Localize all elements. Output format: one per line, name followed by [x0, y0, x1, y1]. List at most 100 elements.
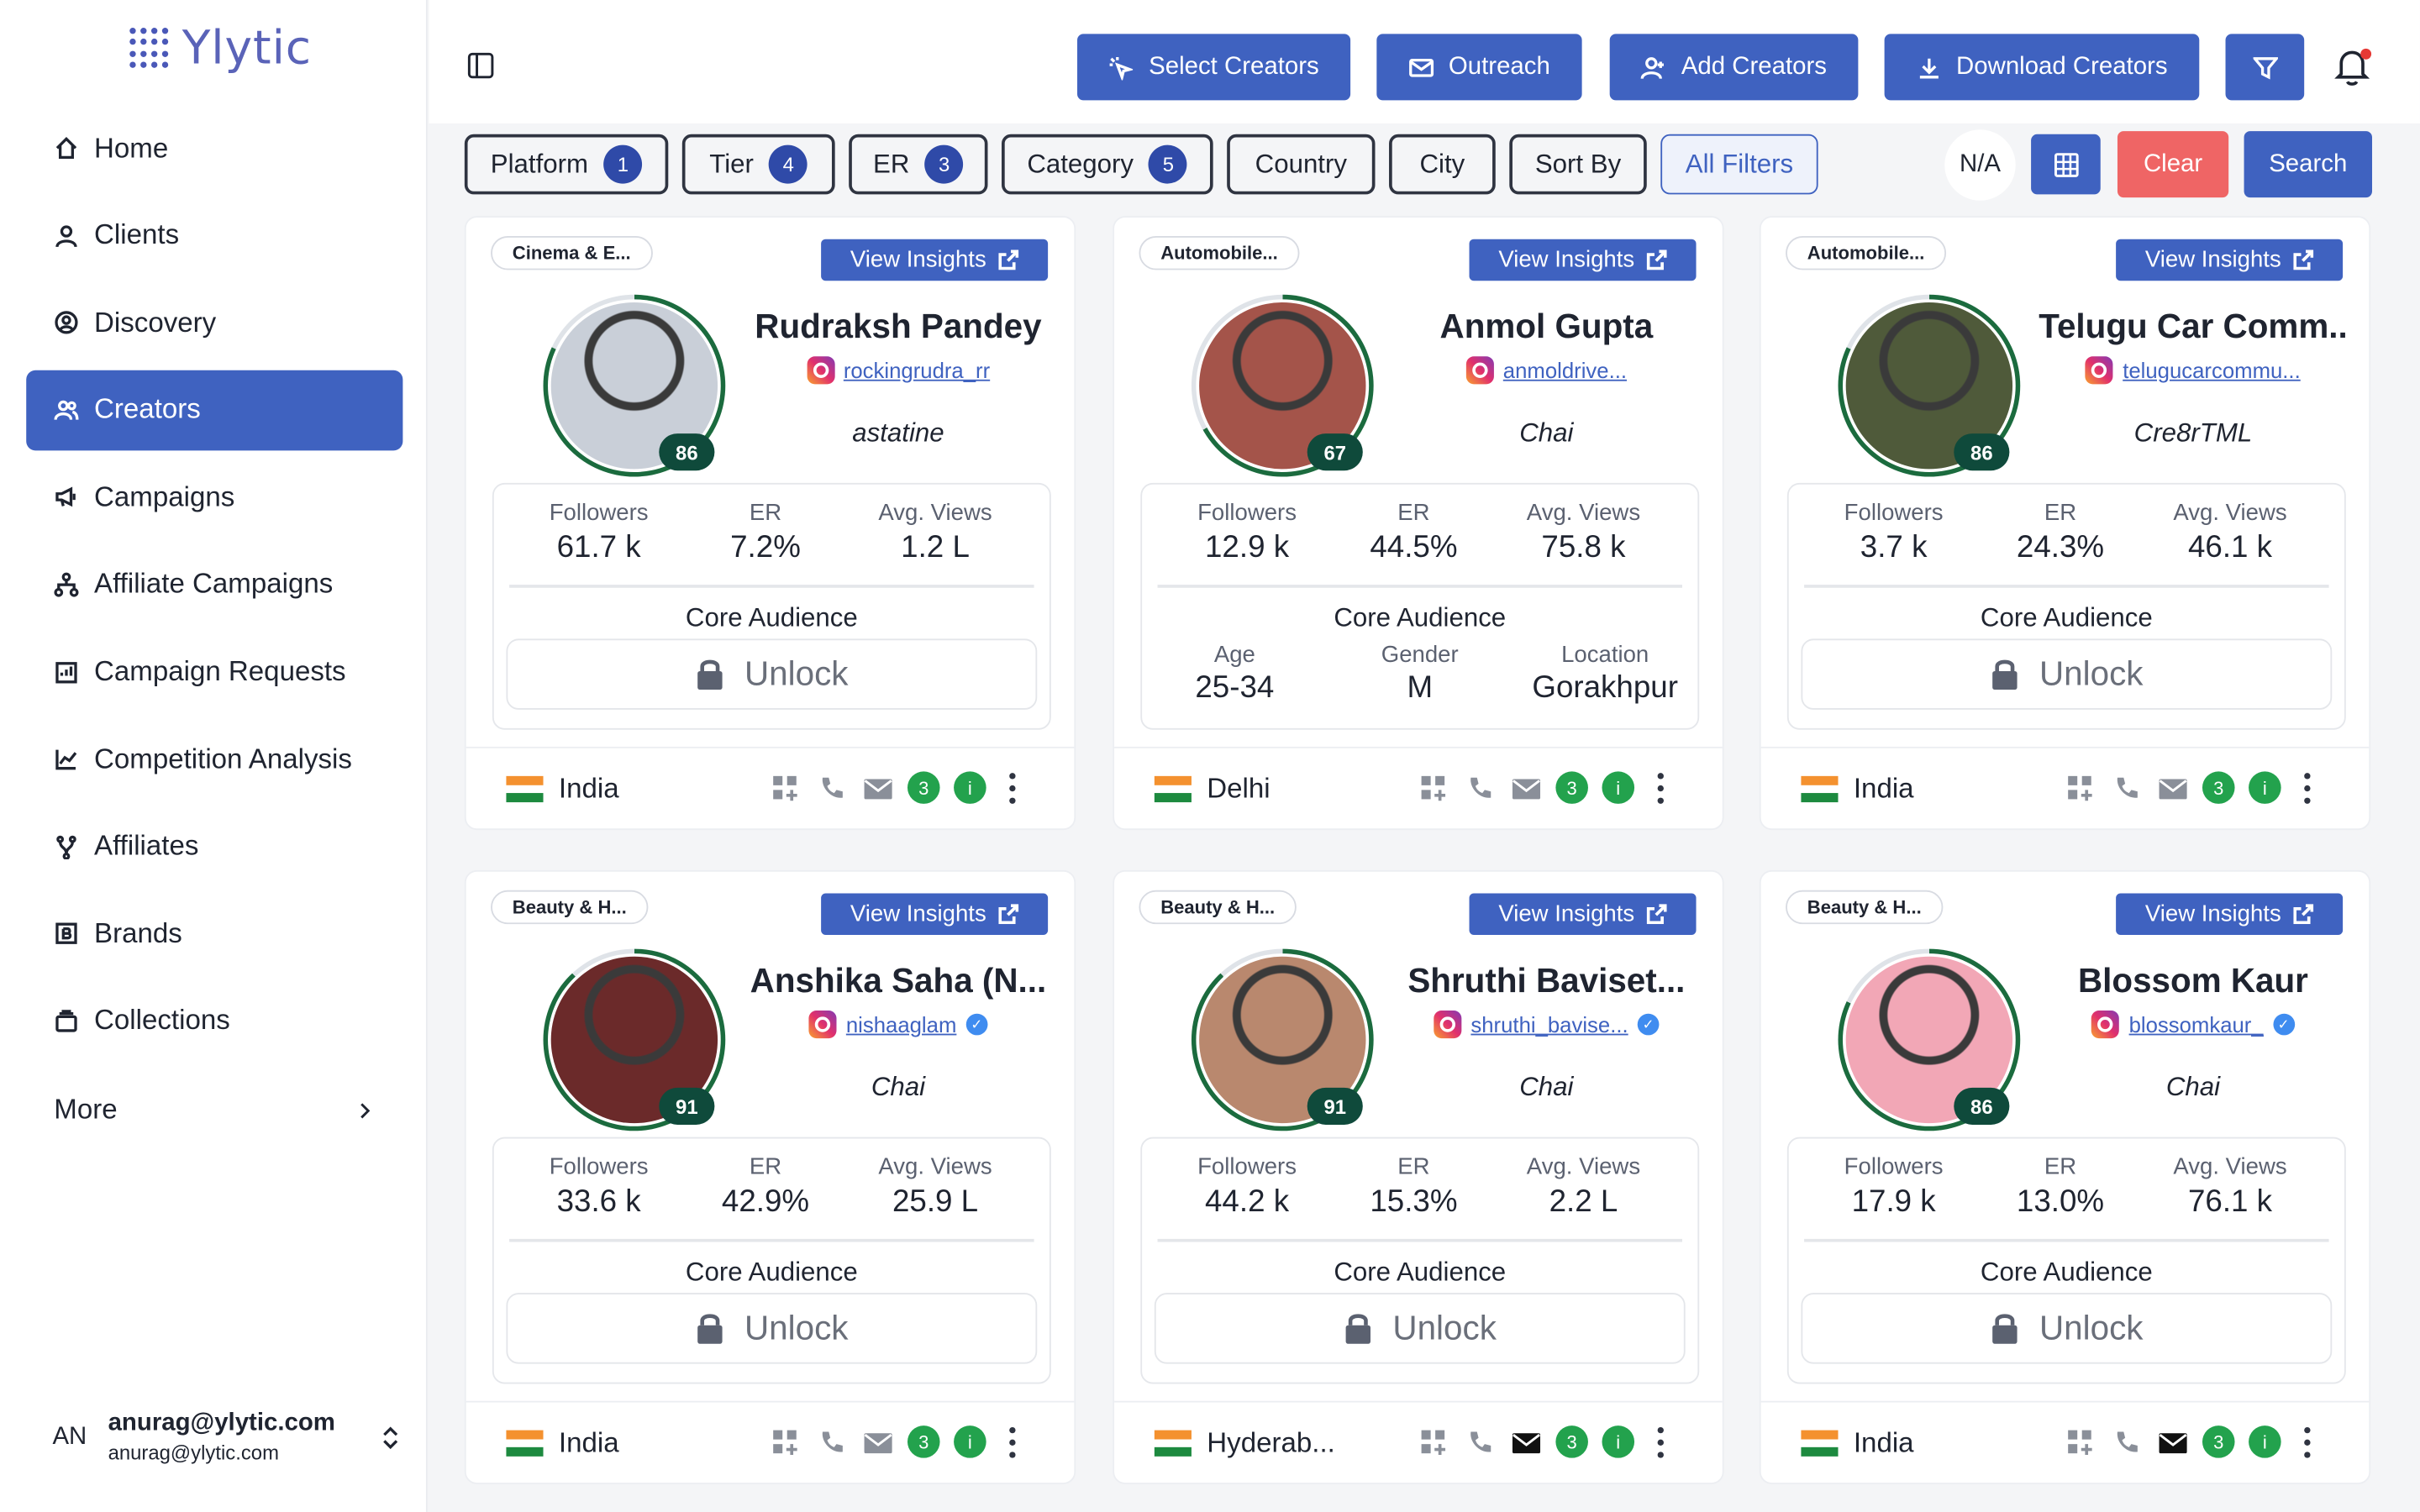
- count-badge[interactable]: 3: [907, 771, 940, 804]
- category-filter-chip[interactable]: Category 5: [1002, 134, 1213, 195]
- info-icon[interactable]: i: [954, 1425, 986, 1458]
- add-to-collection-icon[interactable]: [1417, 1425, 1449, 1458]
- sidebar-item-campaign-requests[interactable]: Campaign Requests: [26, 632, 402, 712]
- creator-name[interactable]: Blossom Kaur: [2039, 961, 2347, 1001]
- select-creators-button[interactable]: Select Creators: [1077, 34, 1351, 101]
- creator-handle[interactable]: rockingrudra_rr: [744, 356, 1052, 385]
- info-icon[interactable]: i: [2249, 771, 2281, 804]
- handle-link[interactable]: rockingrudra_rr: [844, 358, 990, 382]
- creator-name[interactable]: Telugu Car Comm...: [2039, 307, 2347, 348]
- more-options-icon[interactable]: [1009, 772, 1018, 804]
- grid-view-button[interactable]: [2031, 134, 2101, 195]
- view-insights-button[interactable]: View Insights: [2116, 893, 2344, 936]
- info-icon[interactable]: i: [954, 771, 986, 804]
- sidebar-item-home[interactable]: Home: [26, 108, 402, 189]
- email-icon[interactable]: [1509, 1425, 1542, 1458]
- more-options-icon[interactable]: [1657, 1426, 1667, 1457]
- city-filter-chip[interactable]: City: [1389, 134, 1496, 195]
- view-insights-button[interactable]: View Insights: [2116, 239, 2344, 281]
- view-insights-button[interactable]: View Insights: [1469, 239, 1697, 281]
- unlock-button[interactable]: Unlock: [1154, 1293, 1686, 1364]
- count-badge[interactable]: 3: [1555, 1425, 1588, 1458]
- avatar[interactable]: 91: [543, 948, 726, 1131]
- sidebar-item-competition-analysis[interactable]: Competition Analysis: [26, 719, 402, 800]
- creator-handle[interactable]: telugucarcommu...: [2039, 356, 2347, 385]
- creator-card[interactable]: Beauty & H... View Insights 91 Shruthi Bavi…: [1113, 869, 1724, 1484]
- avatar[interactable]: 91: [1191, 948, 1374, 1131]
- creator-name[interactable]: Anshika Saha (N...: [744, 961, 1052, 1001]
- handle-link[interactable]: blossomkaur_: [2129, 1012, 2264, 1037]
- view-insights-button[interactable]: View Insights: [1469, 893, 1697, 936]
- creator-card[interactable]: Beauty & H... View Insights 91 Anshika Saha…: [464, 869, 1076, 1484]
- app-logo[interactable]: Ylytic: [129, 22, 312, 76]
- avatar[interactable]: 86: [1838, 294, 2021, 477]
- more-options-icon[interactable]: [2304, 772, 2313, 804]
- email-icon[interactable]: [2156, 1425, 2189, 1458]
- email-icon[interactable]: [861, 771, 894, 804]
- phone-icon[interactable]: [1463, 771, 1496, 804]
- add-to-collection-icon[interactable]: [1417, 771, 1449, 804]
- sidebar-item-discovery[interactable]: Discovery: [26, 282, 402, 363]
- email-icon[interactable]: [861, 1425, 894, 1458]
- sidebar-item-brands[interactable]: Brands: [26, 894, 402, 974]
- count-badge[interactable]: 3: [2202, 1425, 2235, 1458]
- filter-button[interactable]: [2225, 34, 2305, 101]
- handle-link[interactable]: anmoldrive...: [1503, 358, 1627, 382]
- creator-handle[interactable]: blossomkaur_ ✓: [2039, 1011, 2347, 1039]
- creator-handle[interactable]: shruthi_bavise... ✓: [1392, 1011, 1701, 1039]
- info-icon[interactable]: i: [2249, 1425, 2281, 1458]
- add-to-collection-icon[interactable]: [769, 771, 802, 804]
- handle-link[interactable]: telugucarcommu...: [2123, 358, 2301, 382]
- email-icon[interactable]: [1509, 771, 1542, 804]
- handle-link[interactable]: shruthi_bavise...: [1470, 1012, 1628, 1037]
- download-creators-button[interactable]: Download Creators: [1884, 34, 2200, 101]
- more-options-icon[interactable]: [2304, 1426, 2313, 1457]
- phone-icon[interactable]: [1463, 1425, 1496, 1458]
- info-icon[interactable]: i: [1602, 771, 1635, 804]
- sort-by-chip[interactable]: Sort By: [1509, 134, 1647, 195]
- sidebar-item-affiliates[interactable]: Affiliates: [26, 806, 402, 887]
- country-filter-chip[interactable]: Country: [1227, 134, 1376, 195]
- sidebar-item-more[interactable]: More: [26, 1071, 402, 1152]
- na-badge[interactable]: N/A: [1944, 129, 2016, 201]
- avatar[interactable]: 86: [543, 294, 726, 477]
- handle-link[interactable]: nishaaglam: [846, 1012, 957, 1037]
- unlock-button[interactable]: Unlock: [506, 1293, 1038, 1364]
- sidebar-item-collections[interactable]: Collections: [26, 981, 402, 1062]
- sidebar-item-campaigns[interactable]: Campaigns: [26, 457, 402, 538]
- sidebar-toggle-icon[interactable]: [467, 52, 494, 79]
- creator-card[interactable]: Automobile... View Insights 67 Anmol Gupta a…: [1113, 216, 1724, 831]
- add-to-collection-icon[interactable]: [769, 1425, 802, 1458]
- avatar[interactable]: 67: [1191, 294, 1374, 477]
- avatar[interactable]: 86: [1838, 948, 2021, 1131]
- creator-handle[interactable]: nishaaglam ✓: [744, 1011, 1052, 1039]
- platform-filter-chip[interactable]: Platform 1: [464, 134, 669, 195]
- sidebar-item-clients[interactable]: Clients: [26, 196, 402, 276]
- creator-card[interactable]: Automobile... View Insights 86 Telugu Car C…: [1759, 216, 2371, 831]
- phone-icon[interactable]: [2110, 771, 2143, 804]
- more-options-icon[interactable]: [1657, 772, 1667, 804]
- phone-icon[interactable]: [2110, 1425, 2143, 1458]
- unlock-button[interactable]: Unlock: [1801, 638, 2333, 710]
- phone-icon[interactable]: [815, 771, 848, 804]
- outreach-button[interactable]: Outreach: [1376, 34, 1582, 101]
- count-badge[interactable]: 3: [2202, 771, 2235, 804]
- unlock-button[interactable]: Unlock: [1801, 1293, 2333, 1364]
- creator-handle[interactable]: anmoldrive...: [1392, 356, 1701, 385]
- all-filters-button[interactable]: All Filters: [1660, 134, 1818, 195]
- creator-name[interactable]: Rudraksh Pandey: [744, 307, 1052, 348]
- clear-button[interactable]: Clear: [2117, 131, 2229, 198]
- phone-icon[interactable]: [815, 1425, 848, 1458]
- add-to-collection-icon[interactable]: [2064, 1425, 2096, 1458]
- add-creators-button[interactable]: Add Creators: [1609, 34, 1859, 101]
- email-icon[interactable]: [2156, 771, 2189, 804]
- view-insights-button[interactable]: View Insights: [821, 239, 1049, 281]
- er-filter-chip[interactable]: ER 3: [849, 134, 988, 195]
- more-options-icon[interactable]: [1009, 1426, 1018, 1457]
- creator-name[interactable]: Anmol Gupta: [1392, 307, 1701, 348]
- count-badge[interactable]: 3: [907, 1425, 940, 1458]
- view-insights-button[interactable]: View Insights: [821, 893, 1049, 936]
- unlock-button[interactable]: Unlock: [506, 638, 1038, 710]
- info-icon[interactable]: i: [1602, 1425, 1635, 1458]
- search-button[interactable]: Search: [2244, 131, 2373, 198]
